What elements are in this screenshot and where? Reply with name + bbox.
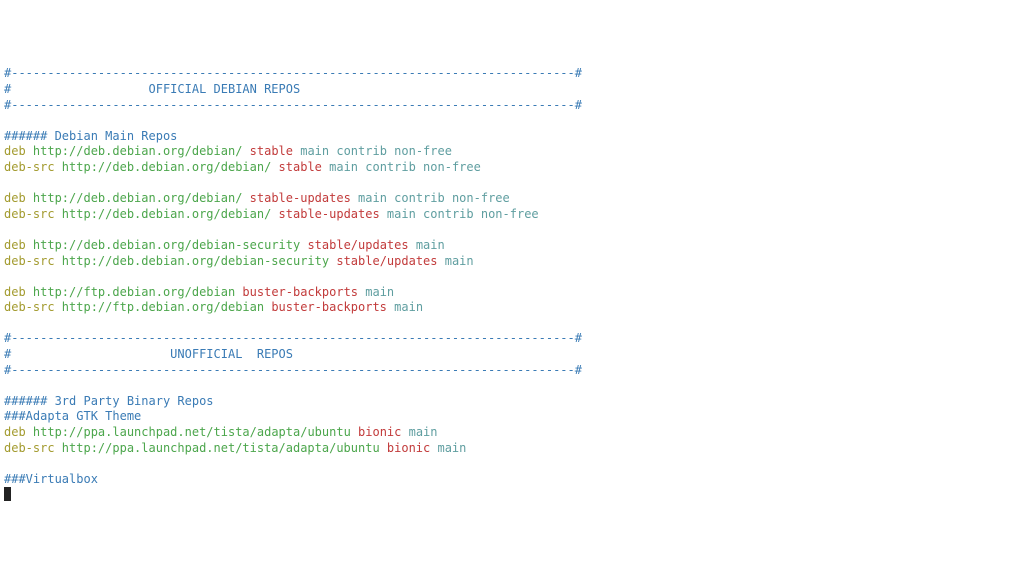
token: ###Adapta GTK Theme	[4, 409, 141, 423]
token: deb	[4, 238, 33, 252]
token: main contrib non-free	[329, 160, 481, 174]
token: bionic	[387, 441, 438, 455]
source-line[interactable]: #---------------------------------------…	[4, 331, 1020, 347]
source-line[interactable]: ###Virtualbox	[4, 472, 1020, 488]
token: main	[365, 285, 394, 299]
token: http://deb.debian.org/debian-security	[62, 254, 337, 268]
token: deb	[4, 285, 33, 299]
source-line[interactable]	[4, 222, 1020, 238]
token: buster-backports	[271, 300, 394, 314]
source-line[interactable]: ###Adapta GTK Theme	[4, 409, 1020, 425]
token: bionic	[358, 425, 409, 439]
token: buster-backports	[242, 285, 365, 299]
source-line[interactable]: deb-src http://deb.debian.org/debian/ st…	[4, 207, 1020, 223]
source-line[interactable]: ###### Debian Main Repos	[4, 129, 1020, 145]
source-line[interactable]: ###### 3rd Party Binary Repos	[4, 394, 1020, 410]
source-line[interactable]: #---------------------------------------…	[4, 98, 1020, 114]
source-line[interactable]: # UNOFFICIAL REPOS	[4, 347, 1020, 363]
token: http://ftp.debian.org/debian	[33, 285, 243, 299]
source-line[interactable]: deb-src http://ftp.debian.org/debian bus…	[4, 300, 1020, 316]
token: deb	[4, 144, 33, 158]
token: #---------------------------------------…	[4, 331, 582, 345]
source-line[interactable]	[4, 269, 1020, 285]
source-line[interactable]: deb-src http://deb.debian.org/debian-sec…	[4, 254, 1020, 270]
token: deb-src	[4, 160, 62, 174]
token: stable-updates	[279, 207, 387, 221]
token: http://ftp.debian.org/debian	[62, 300, 272, 314]
source-line[interactable]	[4, 378, 1020, 394]
token: main contrib non-free	[387, 207, 539, 221]
token: stable-updates	[250, 191, 358, 205]
token: #---------------------------------------…	[4, 66, 582, 80]
token: deb-src	[4, 300, 62, 314]
token: # OFFICIAL DEBIAN REPOS	[4, 82, 445, 96]
token: deb-src	[4, 441, 62, 455]
token: ###### 3rd Party Binary Repos	[4, 394, 214, 408]
token: main contrib non-free	[358, 191, 510, 205]
source-line[interactable]: deb http://ppa.launchpad.net/tista/adapt…	[4, 425, 1020, 441]
source-line[interactable]	[4, 176, 1020, 192]
source-line[interactable]: deb http://deb.debian.org/debian-securit…	[4, 238, 1020, 254]
source-line[interactable]: deb http://deb.debian.org/debian/ stable…	[4, 144, 1020, 160]
token: #---------------------------------------…	[4, 98, 582, 112]
token: main	[445, 254, 474, 268]
token: deb	[4, 191, 33, 205]
text-editor-buffer[interactable]: #---------------------------------------…	[4, 66, 1020, 503]
token: http://deb.debian.org/debian/	[62, 207, 279, 221]
source-line[interactable]: #---------------------------------------…	[4, 363, 1020, 379]
source-line[interactable]: deb http://ftp.debian.org/debian buster-…	[4, 285, 1020, 301]
token: deb	[4, 425, 33, 439]
token: main	[394, 300, 423, 314]
source-line[interactable]: deb-src http://deb.debian.org/debian/ st…	[4, 160, 1020, 176]
source-line[interactable]	[4, 316, 1020, 332]
source-line[interactable]: # OFFICIAL DEBIAN REPOS	[4, 82, 1020, 98]
token: main	[416, 238, 445, 252]
source-line[interactable]	[4, 113, 1020, 129]
token: deb-src	[4, 254, 62, 268]
token: http://deb.debian.org/debian-security	[33, 238, 308, 252]
token: ######	[4, 129, 55, 143]
token: # UNOFFICIAL REPOS	[4, 347, 459, 361]
token: http://ppa.launchpad.net/tista/adapta/ub…	[33, 425, 358, 439]
token: http://deb.debian.org/debian/	[33, 191, 250, 205]
token: ###Virtualbox	[4, 472, 98, 486]
source-line[interactable]: deb-src http://ppa.launchpad.net/tista/a…	[4, 441, 1020, 457]
token: http://deb.debian.org/debian/	[62, 160, 279, 174]
token: Debian Main Repos	[55, 129, 178, 143]
token: stable/updates	[336, 254, 444, 268]
token: stable/updates	[307, 238, 415, 252]
token: #---------------------------------------…	[4, 363, 582, 377]
token: stable	[250, 144, 301, 158]
text-cursor	[4, 487, 11, 501]
token: http://ppa.launchpad.net/tista/adapta/ub…	[62, 441, 387, 455]
source-line[interactable]	[4, 456, 1020, 472]
source-line[interactable]: deb http://deb.debian.org/debian/ stable…	[4, 191, 1020, 207]
token: main	[437, 441, 466, 455]
token: stable	[279, 160, 330, 174]
token: main contrib non-free	[300, 144, 452, 158]
token: http://deb.debian.org/debian/	[33, 144, 250, 158]
cursor-line[interactable]	[4, 487, 1020, 503]
token: main	[409, 425, 438, 439]
source-line[interactable]: #---------------------------------------…	[4, 66, 1020, 82]
token: deb-src	[4, 207, 62, 221]
